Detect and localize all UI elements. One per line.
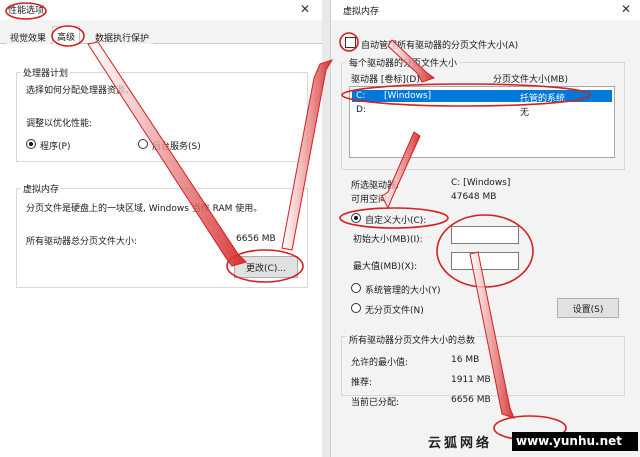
drive-row-d[interactable]: D: 无 <box>352 104 612 118</box>
recommended-value: 1911 MB <box>451 375 491 385</box>
free-space-value: 47648 MB <box>451 192 497 202</box>
initial-size-input[interactable] <box>451 226 519 244</box>
background-services-radio-label: 后台服务(S) <box>152 142 201 152</box>
drive-column-header[interactable]: 驱动器 [卷标](D) <box>351 72 420 85</box>
recommended-label: 推荐: <box>351 378 373 388</box>
max-size-label: 最大值(MB)(X): <box>353 262 418 272</box>
watermark-url: www.yunhu.net <box>512 432 638 451</box>
right-close-icon[interactable]: ✕ <box>621 2 631 16</box>
drive-list[interactable]: C: [Windows] 托管的系统 D: 无 <box>349 86 615 158</box>
drive-d-letter: D: <box>356 105 366 115</box>
per-drive-group-title: 每个驱动器的分页文件大小 <box>347 56 460 69</box>
performance-options-dialog: 性能选项 ✕ 视觉效果 高级 数据执行保护 处理器计划 选择如何分配处理器资源。… <box>0 0 322 457</box>
free-space-label: 可用空间: <box>351 195 391 205</box>
drive-c-letter: C: <box>356 91 366 101</box>
programs-radio-label: 程序(P) <box>40 142 71 152</box>
tab-data-execution-prevention[interactable]: 数据执行保护 <box>91 28 154 45</box>
right-dialog-title: 虚拟内存 <box>343 7 380 17</box>
drive-c-label: [Windows] <box>384 91 432 101</box>
initial-size-label: 初始大小(MB)(I): <box>353 235 423 245</box>
left-dialog-title: 性能选项 <box>8 6 45 16</box>
drive-c-size: 托管的系统 <box>520 94 566 104</box>
size-column-header[interactable]: 分页文件大小(MB) <box>493 72 568 85</box>
processor-scheduling-title: 处理器计划 <box>21 66 71 79</box>
system-managed-label: 系统管理的大小(Y) <box>365 286 441 296</box>
auto-manage-checkbox[interactable] <box>345 37 356 48</box>
total-paging-size-value: 6656 MB <box>236 234 276 244</box>
background-services-radio[interactable] <box>138 139 148 149</box>
virtual-memory-title: 虚拟内存 <box>21 182 62 195</box>
current-allocated-value: 6656 MB <box>451 395 491 405</box>
left-close-icon[interactable]: ✕ <box>300 2 310 16</box>
adjust-performance-label: 调整以优化性能: <box>26 119 93 129</box>
programs-radio[interactable] <box>26 139 36 149</box>
no-paging-file-radio[interactable] <box>351 303 361 313</box>
change-button[interactable]: 更改(C)... <box>234 256 298 278</box>
max-size-input[interactable] <box>451 252 519 270</box>
no-paging-file-label: 无分页文件(N) <box>365 306 424 316</box>
total-paging-size-label: 所有驱动器总分页文件大小: <box>26 237 138 247</box>
current-allocated-label: 当前已分配: <box>351 398 400 408</box>
selected-drive-value: C: [Windows] <box>451 178 511 188</box>
processor-scheduling-description: 选择如何分配处理器资源。 <box>26 86 135 96</box>
drive-d-size: 无 <box>520 108 530 118</box>
paging-file-description: 分页文件是硬盘上的一块区域, Windows 当作 RAM 使用。 <box>26 204 263 214</box>
virtual-memory-dialog: 虚拟内存 ✕ 自动管理所有驱动器的分页文件大小(A) 每个驱动器的分页文件大小 … <box>330 0 640 457</box>
auto-manage-label: 自动管理所有驱动器的分页文件大小(A) <box>361 41 519 51</box>
custom-size-label: 自定义大小(C): <box>365 216 427 226</box>
selected-drive-label: 所选驱动器: <box>351 181 400 191</box>
left-title-bar <box>0 0 322 20</box>
custom-size-radio[interactable] <box>351 213 361 223</box>
drive-row-c[interactable]: C: [Windows] 托管的系统 <box>352 90 612 104</box>
set-button[interactable]: 设置(S) <box>557 298 619 318</box>
min-allowed-value: 16 MB <box>451 355 480 365</box>
watermark-site-name: 云狐网络 <box>428 436 493 451</box>
tab-advanced[interactable]: 高级 <box>52 26 81 45</box>
system-managed-radio[interactable] <box>351 283 361 293</box>
total-paging-group-title: 所有驱动器分页文件大小的总数 <box>347 333 478 346</box>
tab-visual-effects[interactable]: 视觉效果 <box>6 28 51 45</box>
min-allowed-label: 允许的最小值: <box>351 358 409 368</box>
